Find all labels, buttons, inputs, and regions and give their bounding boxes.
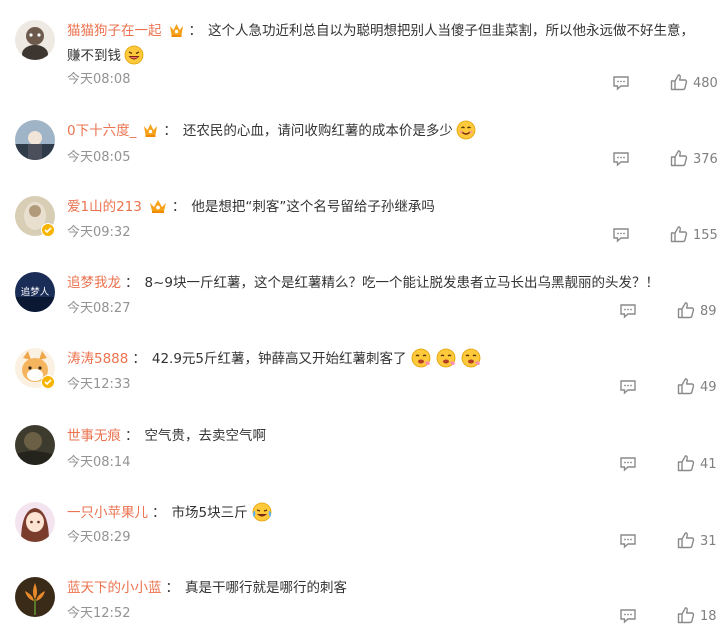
timestamp: 今天08:05 bbox=[67, 150, 131, 165]
avatar[interactable] bbox=[15, 120, 55, 160]
comment-text: 42.9元5斤红薯，钟薛高又开始红薯刺客了 bbox=[151, 351, 407, 367]
comment-text: 真是干哪行就是哪行的刺客 bbox=[185, 580, 347, 596]
reply-icon[interactable] bbox=[619, 533, 637, 549]
username-link[interactable]: 爱1山的213 bbox=[67, 199, 142, 215]
timestamp: 今天12:33 bbox=[67, 377, 131, 392]
comment-text: 还农民的心血，请问收购红薯的成本价是多少 bbox=[182, 123, 453, 139]
like-icon[interactable] bbox=[670, 225, 688, 243]
reply-icon[interactable] bbox=[612, 227, 630, 243]
timestamp: 今天08:27 bbox=[67, 301, 131, 316]
avatar[interactable]: 追梦人 bbox=[15, 272, 55, 312]
timestamp: 今天08:29 bbox=[67, 530, 131, 545]
username-link[interactable]: 一只小苹果儿 bbox=[67, 505, 148, 521]
like-icon[interactable] bbox=[677, 606, 695, 624]
reply-icon[interactable] bbox=[619, 456, 637, 472]
timestamp: 今天09:32 bbox=[67, 225, 131, 240]
crown-icon bbox=[148, 198, 168, 221]
reply-icon[interactable] bbox=[619, 303, 637, 319]
username-link[interactable]: 蓝天下的小小蓝 bbox=[67, 580, 162, 596]
verified-badge bbox=[41, 375, 55, 389]
reply-icon[interactable] bbox=[619, 608, 637, 624]
comment-text: 这个人急功近利总自以为聪明想把别人当傻子但韭菜割，所以他永远做不好生意， bbox=[208, 23, 694, 39]
reply-icon[interactable] bbox=[612, 75, 630, 91]
username-link[interactable]: 涛涛5888 bbox=[67, 351, 128, 367]
timestamp: 今天08:08 bbox=[67, 72, 131, 87]
comment-text-continued: 赚不到钱 bbox=[67, 48, 121, 64]
username-link[interactable]: 0下十六度_ bbox=[67, 123, 136, 139]
verified-badge bbox=[41, 223, 55, 237]
like-icon[interactable] bbox=[677, 377, 695, 395]
like-icon[interactable] bbox=[677, 301, 695, 319]
like-count: 155 bbox=[693, 228, 718, 243]
username-link[interactable]: 猫猫狗子在一起 bbox=[67, 23, 162, 39]
laughing-emoji-icon bbox=[124, 45, 144, 72]
comment-text: 市场5块三斤 bbox=[171, 505, 248, 521]
like-count: 41 bbox=[700, 457, 717, 472]
drooling-emoji-icon bbox=[460, 348, 482, 375]
comment-text: 空气贵，去卖空气啊 bbox=[144, 428, 267, 444]
like-icon[interactable] bbox=[677, 454, 695, 472]
timestamp: 今天08:14 bbox=[67, 455, 131, 470]
like-icon[interactable] bbox=[670, 73, 688, 91]
avatar-text: 追梦人 bbox=[21, 286, 50, 298]
avatar[interactable] bbox=[15, 577, 55, 617]
reply-icon[interactable] bbox=[612, 151, 630, 167]
comment-text: 他是想把“刺客”这个名号留给子孙继承吗 bbox=[191, 199, 435, 215]
avatar[interactable] bbox=[15, 20, 55, 60]
like-count: 18 bbox=[700, 609, 717, 624]
like-count: 480 bbox=[693, 76, 718, 91]
like-count: 89 bbox=[700, 304, 717, 319]
username-link[interactable]: 世事无痕 bbox=[67, 428, 121, 444]
comment-list: 猫猫狗子在一起：这个人急功近利总自以为聪明想把别人当傻子但韭菜割，所以他永远做不… bbox=[0, 0, 727, 632]
drooling-emoji-icon bbox=[435, 348, 457, 375]
comment-text: 8~9块一斤红薯，这个是红薯精么？吃一个能让脱发患者立马长出乌黑靓丽的头发？！ bbox=[144, 275, 660, 291]
avatar[interactable] bbox=[15, 502, 55, 542]
reply-icon[interactable] bbox=[619, 379, 637, 395]
like-count: 376 bbox=[693, 152, 718, 167]
crown-icon bbox=[168, 22, 185, 45]
avatar[interactable] bbox=[15, 425, 55, 465]
crown-icon bbox=[142, 122, 159, 145]
like-icon[interactable] bbox=[670, 149, 688, 167]
like-count: 31 bbox=[700, 534, 717, 549]
smile-emoji-icon bbox=[456, 120, 476, 147]
like-icon[interactable] bbox=[677, 531, 695, 549]
crying-laughing-emoji-icon bbox=[251, 502, 273, 529]
username-link[interactable]: 追梦我龙 bbox=[67, 275, 121, 291]
timestamp: 今天12:52 bbox=[67, 606, 131, 621]
like-count: 49 bbox=[700, 380, 717, 395]
drooling-emoji-icon bbox=[410, 348, 432, 375]
